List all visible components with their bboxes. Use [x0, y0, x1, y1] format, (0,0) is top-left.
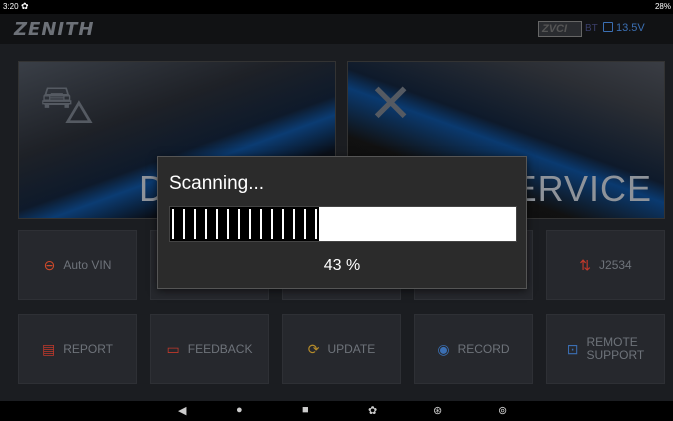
battery-icon: [603, 22, 613, 32]
back-icon[interactable]: ◀: [178, 404, 186, 417]
tile-label: J2534: [599, 257, 632, 272]
battery-indicator: 28%: [654, 2, 671, 11]
feedback-button[interactable]: ▭ FEEDBACK: [150, 314, 269, 384]
settings-status-icon: ✿: [21, 1, 29, 11]
zvci-label: ZVCI: [542, 23, 568, 35]
voltage-indicator: 13.5V: [603, 22, 645, 34]
bluetooth-status: BT: [585, 23, 598, 34]
status-bar: 3:20 ✿ 28%: [0, 0, 673, 14]
zenith-logo: ZENITH: [14, 19, 95, 40]
scan-progress-bar: [169, 206, 517, 242]
progress-fill: [170, 207, 319, 241]
zvci-badge: ZVCI: [538, 21, 582, 37]
voltage-value: 13.5V: [616, 22, 645, 34]
report-icon: ▤: [41, 340, 56, 357]
j2534-icon: ⇅: [579, 256, 592, 273]
remote-support-icon: ⊡: [566, 340, 579, 357]
tile-label: Auto VIN: [63, 257, 112, 272]
report-button[interactable]: ▤ REPORT: [18, 314, 137, 384]
feedback-icon: ▭: [166, 340, 180, 357]
vin-icon: ⊖: [43, 256, 56, 273]
status-time: 3:20: [3, 2, 19, 11]
settings-icon[interactable]: ✿: [368, 404, 377, 417]
j2534-button[interactable]: ⇅ J2534: [546, 230, 665, 300]
tile-label: FEEDBACK: [187, 341, 253, 356]
record-button[interactable]: ◉ RECORD: [414, 314, 533, 384]
android-nav-bar: ◀ ● ■ ✿ ⊛ ⊚: [0, 401, 673, 421]
shortcut-icon[interactable]: ⊛: [433, 404, 442, 417]
remote-support-button[interactable]: ⊡ REMOTE SUPPORT: [546, 314, 665, 384]
app-window: ZENITH ZVCI BT 13.5V ⛍ D ✕ SERVICE ⊖ Aut…: [0, 14, 673, 401]
car-search-icon: ⛍: [39, 75, 95, 135]
scanning-dialog: Scanning... 43 %: [157, 156, 527, 289]
tile-label: REMOTE SUPPORT: [586, 335, 645, 362]
recents-icon[interactable]: ■: [302, 404, 309, 416]
dialog-title: Scanning...: [169, 173, 265, 194]
record-icon: ◉: [437, 340, 450, 357]
update-icon: ⟳: [307, 340, 320, 357]
tools-icon: ✕: [368, 74, 414, 134]
tile-label: RECORD: [457, 341, 510, 356]
top-bar: ZENITH ZVCI BT 13.5V: [0, 14, 673, 44]
tile-label: REPORT: [63, 341, 114, 356]
screenshot-icon[interactable]: ⊚: [498, 404, 507, 417]
progress-percent: 43 %: [323, 257, 361, 274]
tile-label: UPDATE: [327, 341, 376, 356]
update-button[interactable]: ⟳ UPDATE: [282, 314, 401, 384]
auto-vin-button[interactable]: ⊖ Auto VIN: [18, 230, 137, 300]
home-icon[interactable]: ●: [236, 404, 243, 416]
